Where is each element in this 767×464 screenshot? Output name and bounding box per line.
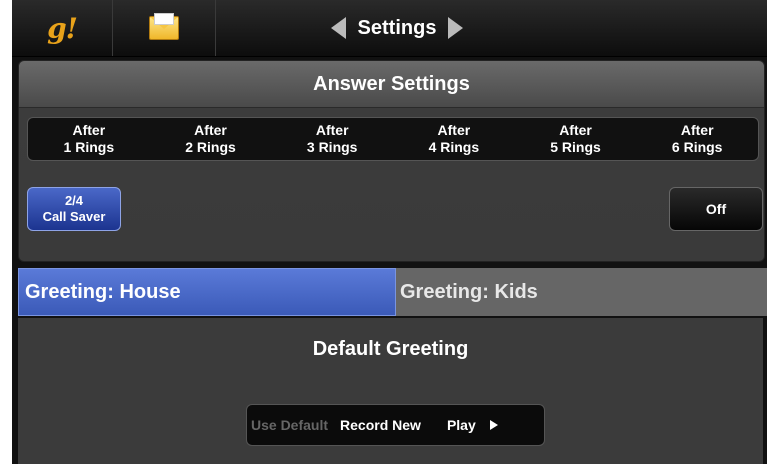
greeting-actions: Use Default Record New Play <box>246 404 545 446</box>
mail-button[interactable] <box>113 0 216 56</box>
ring-option-4[interactable]: After 4 Rings <box>393 118 515 160</box>
ring-option-2[interactable]: After 2 Rings <box>150 118 272 160</box>
ring-option-top: After <box>315 122 349 138</box>
play-button[interactable]: Play <box>441 417 482 433</box>
triangle-left-icon[interactable] <box>330 17 346 39</box>
greeting-tabs: Greeting: House Greeting: Kids <box>18 268 767 316</box>
ring-option-6[interactable]: After 6 Rings <box>636 118 758 160</box>
tab-greeting-house[interactable]: Greeting: House <box>18 268 396 316</box>
default-greeting-title: Default Greeting <box>312 338 469 360</box>
call-saver-count: 2/4 <box>64 193 84 208</box>
ring-option-top: After <box>194 122 227 138</box>
ring-option-top: After <box>72 122 106 138</box>
ring-option-top: After <box>680 122 714 138</box>
triangle-right-icon[interactable] <box>448 17 464 39</box>
use-default-button[interactable]: Use Default <box>247 417 334 433</box>
play-icon[interactable] <box>489 420 498 430</box>
ring-option-top: After <box>437 122 471 138</box>
app-logo: g! <box>47 11 78 45</box>
ring-option-bottom: 6 Rings <box>671 139 723 155</box>
top-bar: g! Settings <box>12 0 767 57</box>
settings-nav: Settings <box>232 0 562 56</box>
ring-option-bottom: 5 Rings <box>550 139 601 155</box>
page-title: Settings <box>357 16 437 39</box>
call-saver-label: Call Saver <box>42 209 106 224</box>
answer-settings-panel: Answer Settings After 1 Rings After 2 Ri… <box>18 60 765 262</box>
default-greeting-panel: Default Greeting Use Default Record New … <box>18 318 763 464</box>
home-button[interactable]: g! <box>12 0 113 56</box>
envelope-icon <box>149 13 179 40</box>
call-saver-button[interactable]: 2/4 Call Saver <box>27 187 121 231</box>
ring-option-bottom: 3 Rings <box>306 139 358 155</box>
ring-option-bottom: 4 Rings <box>428 139 480 155</box>
ring-option-3[interactable]: After 3 Rings <box>271 118 393 160</box>
rings-selector: After 1 Rings After 2 Rings After 3 Ring… <box>27 117 759 161</box>
ring-option-5[interactable]: After 5 Rings <box>515 118 637 160</box>
ring-option-bottom: 2 Rings <box>185 139 236 155</box>
record-new-button[interactable]: Record New <box>334 417 427 433</box>
off-button[interactable]: Off <box>669 187 763 231</box>
ring-option-1[interactable]: After 1 Rings <box>28 118 150 160</box>
ring-option-top: After <box>559 122 592 138</box>
answer-settings-title: Answer Settings <box>19 61 764 108</box>
ring-option-bottom: 1 Rings <box>63 139 115 155</box>
tab-greeting-kids[interactable]: Greeting: Kids <box>396 268 767 316</box>
